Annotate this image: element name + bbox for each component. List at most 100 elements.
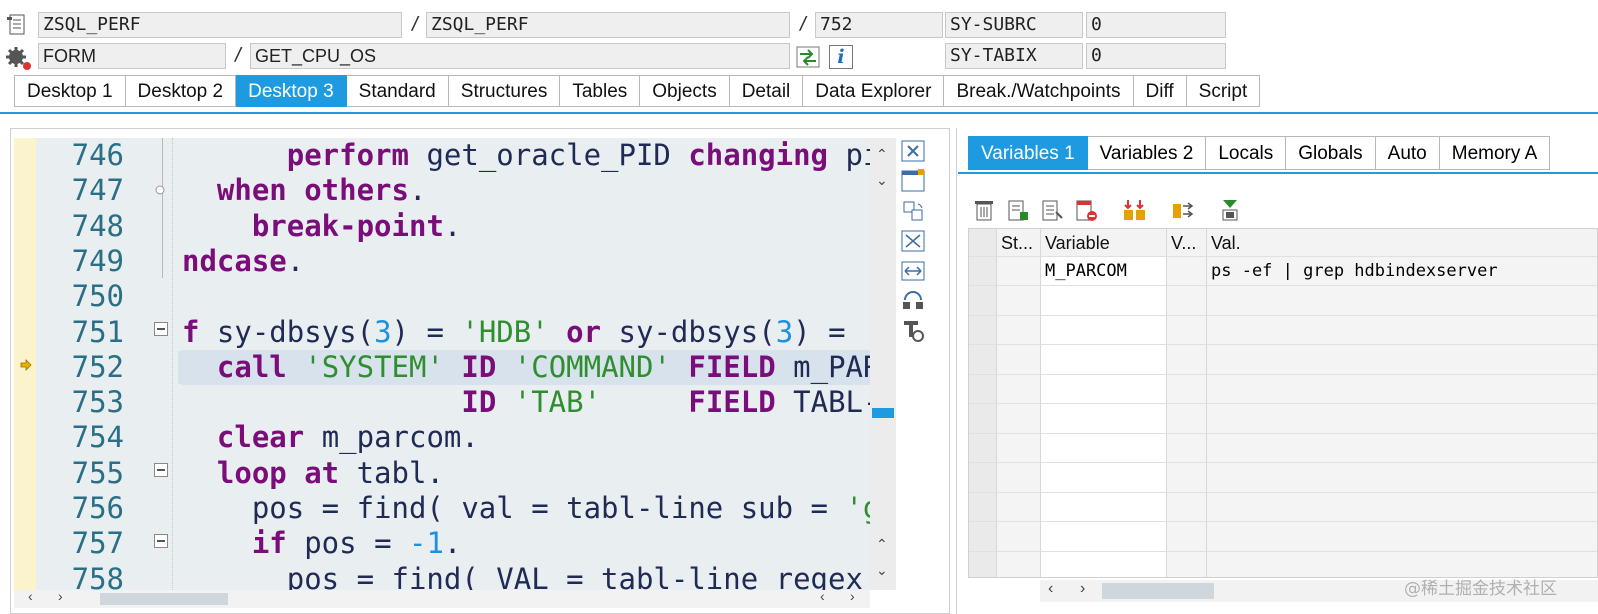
empty-grid-cell[interactable] [997,345,1041,375]
text-list-icon[interactable] [1040,198,1064,227]
empty-grid-cell[interactable] [1207,315,1597,345]
empty-grid-cell[interactable] [1207,286,1597,316]
column-selector[interactable] [969,229,997,257]
empty-grid-cell[interactable] [969,374,997,404]
code-line[interactable]: 758 pos = find( VAL = tabl-line regex [36,562,872,590]
empty-grid-cell[interactable] [1041,286,1167,316]
tab-variables-1[interactable]: Variables 1 [968,136,1088,170]
compare-icon[interactable] [1122,198,1148,227]
empty-grid-cell[interactable] [969,463,997,493]
scroll-down-icon[interactable]: ⌄ [876,562,888,579]
column-header-value[interactable]: Val. [1207,229,1597,257]
empty-grid-cell[interactable] [1041,551,1167,577]
empty-grid-cell[interactable] [1207,404,1597,434]
scroll-left-icon[interactable]: ‹ [1048,580,1053,598]
empty-grid-cell[interactable] [1207,433,1597,463]
info-icon[interactable]: i [829,45,853,69]
empty-grid-cell[interactable] [997,522,1041,552]
include-field[interactable]: ZSQL_PERF [426,12,790,38]
navigate-icon[interactable] [796,46,820,68]
empty-grid-cell[interactable] [1041,522,1167,552]
empty-grid-cell[interactable] [1041,345,1167,375]
code-line[interactable]: 754 clear m_parcom. [36,420,872,455]
line-field[interactable]: 752 [815,12,943,38]
maximize-icon[interactable] [900,228,926,254]
variable-name-cell[interactable]: M_PARCOM [1041,257,1167,286]
empty-grid-cell[interactable] [1167,522,1207,552]
column-header-status[interactable]: St... [997,229,1041,257]
empty-grid-cell[interactable] [1167,315,1207,345]
empty-grid-cell[interactable] [969,286,997,316]
program-field[interactable]: ZSQL_PERF [38,12,402,38]
empty-grid-cell[interactable] [1207,522,1597,552]
download-icon[interactable] [1218,198,1242,227]
settings-tools-icon[interactable] [900,318,926,344]
scroll-right-icon[interactable]: › [850,588,855,604]
new-window-icon[interactable] [900,168,926,194]
tab-desktop-2[interactable]: Desktop 2 [125,75,237,107]
code-line[interactable]: 749 ndcase. [36,244,872,279]
tab-objects[interactable]: Objects [640,75,730,107]
tab-break-watchpoints[interactable]: Break./Watchpoints [944,75,1134,107]
empty-grid-cell[interactable] [997,551,1041,577]
empty-grid-cell[interactable] [969,492,997,522]
tab-diff[interactable]: Diff [1133,75,1187,107]
empty-grid-cell[interactable] [1207,463,1597,493]
name-field[interactable]: GET_CPU_OS [250,43,790,69]
tab-tables[interactable]: Tables [560,75,641,107]
scroll-down-icon[interactable]: ⌄ [876,172,888,189]
scroll-up-icon[interactable]: ⌃ [876,146,888,163]
empty-grid-cell[interactable] [969,315,997,345]
scroll-thumb[interactable] [100,593,228,605]
empty-grid-cell[interactable] [1207,345,1597,375]
source-code-editor[interactable]: 746 perform get_oracle_PID changing pid7… [36,138,872,590]
scroll-up-icon[interactable]: ⌃ [876,536,888,553]
tab-data-explorer[interactable]: Data Explorer [803,75,945,107]
empty-grid-cell[interactable] [997,404,1041,434]
empty-grid-cell[interactable] [1167,551,1207,577]
code-line[interactable]: 750 [36,279,872,314]
empty-grid-cell[interactable] [997,433,1041,463]
empty-grid-cell[interactable] [969,522,997,552]
sy-subrc-value[interactable]: 0 [1086,12,1226,38]
empty-grid-cell[interactable] [997,463,1041,493]
empty-grid-cell[interactable] [997,492,1041,522]
sy-tabix-value[interactable]: 0 [1086,43,1226,69]
empty-grid-cell[interactable] [1167,492,1207,522]
empty-grid-cell[interactable] [1207,374,1597,404]
tab-variables-2[interactable]: Variables 2 [1087,136,1207,170]
column-header-variable[interactable]: Variable [1041,229,1167,257]
type-field[interactable]: FORM [38,43,226,69]
code-line[interactable]: 752 call 'SYSTEM' ID 'COMMAND' FIELD m_P… [36,349,872,385]
code-horizontal-scrollbar[interactable]: ‹ › ‹ › [14,588,870,608]
tab-script[interactable]: Script [1186,75,1261,107]
empty-grid-cell[interactable] [969,345,997,375]
close-window-icon[interactable] [900,138,926,164]
scroll-left-icon[interactable]: ‹ [820,588,825,604]
fold-collapse-755[interactable] [154,463,168,477]
empty-grid-cell[interactable] [969,404,997,434]
empty-grid-cell[interactable] [1167,374,1207,404]
empty-grid-cell[interactable] [1041,463,1167,493]
empty-grid-cell[interactable] [969,551,997,577]
code-line[interactable]: 756 pos = find( val = tabl-line sub = 'g [36,491,872,526]
fold-collapse-751[interactable] [154,322,168,336]
code-vertical-scrollbar[interactable]: ⌃ ⌄ ⌃ ⌄ [870,138,896,590]
tab-memory-a[interactable]: Memory A [1439,136,1551,170]
scroll-thumb[interactable] [1102,583,1214,599]
empty-grid-cell[interactable] [1041,315,1167,345]
column-header-v[interactable]: V... [1167,229,1207,257]
fold-toggle[interactable] [154,183,166,195]
empty-grid-cell[interactable] [1167,345,1207,375]
scroll-right-icon[interactable]: › [1080,580,1085,598]
scroll-right-icon[interactable]: › [58,588,63,604]
refresh-icon[interactable] [900,288,926,314]
empty-grid-cell[interactable] [1207,492,1597,522]
code-line[interactable]: 748 break-point. [36,209,872,244]
trash-icon[interactable] [972,198,996,227]
empty-grid-cell[interactable] [1167,463,1207,493]
empty-grid-cell[interactable] [1167,433,1207,463]
tab-globals[interactable]: Globals [1286,136,1376,170]
swap-window-icon[interactable] [900,198,926,224]
empty-grid-cell[interactable] [1041,433,1167,463]
